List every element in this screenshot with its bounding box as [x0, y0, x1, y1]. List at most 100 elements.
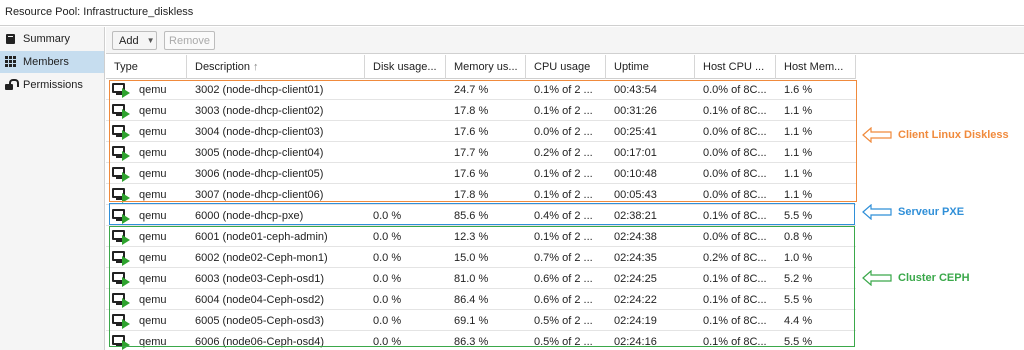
sidebar-item-permissions[interactable]: Permissions [0, 74, 104, 96]
vm-running-icon [112, 251, 132, 266]
vm-running-icon [112, 293, 132, 308]
table-row[interactable]: qemu 6004 (node04-Ceph-osd2) 0.0 % 86.4 % 0.… [106, 290, 856, 310]
disk-usage-cell: 0.0 % [373, 252, 402, 264]
disk-usage-cell: 0.0 % [373, 273, 402, 285]
column-header-host-memory[interactable]: Host Mem... [776, 55, 856, 79]
column-header-disk-usage[interactable]: Disk usage... [365, 55, 446, 79]
type-label: qemu [139, 231, 167, 243]
table-row[interactable]: qemu 3007 (node-dhcp-client06) 17.8 % 0.1% … [106, 185, 856, 205]
book-icon [5, 33, 17, 45]
cpu-usage-cell: 0.5% of 2 ... [534, 336, 593, 348]
column-header-host-cpu[interactable]: Host CPU ... [695, 55, 776, 79]
column-header-label: Disk usage... [373, 61, 437, 73]
table-row[interactable]: qemu 3005 (node-dhcp-client04) 17.7 % 0.2% … [106, 143, 856, 163]
cpu-usage-cell: 0.1% of 2 ... [534, 189, 593, 201]
table-row[interactable]: qemu 3003 (node-dhcp-client02) 17.8 % 0.1% … [106, 101, 856, 121]
memory-usage-cell: 24.7 % [454, 84, 489, 96]
disk-usage-cell [365, 185, 373, 205]
table-row[interactable]: qemu 6005 (node05-Ceph-osd3) 0.0 % 69.1 % 0.… [106, 311, 856, 331]
memory-usage-cell: 81.0 % [454, 273, 489, 285]
cpu-usage-cell: 0.7% of 2 ... [534, 252, 593, 264]
type-cell: qemu [106, 206, 187, 226]
table-row[interactable]: qemu 6003 (node03-Ceph-osd1) 0.0 % 81.0 % 0.… [106, 269, 856, 289]
add-button[interactable]: Add ▼ [112, 31, 157, 50]
sidebar-item-label: Permissions [23, 79, 83, 91]
description-cell: 6004 (node04-Ceph-osd2) [195, 294, 325, 306]
table-row[interactable]: qemu 6000 (node-dhcp-pxe) 0.0 % 85.6 % 0.4% … [106, 206, 856, 226]
column-header-label: Type [114, 61, 138, 73]
column-header-uptime[interactable]: Uptime [606, 55, 695, 79]
host-memory-cell: 1.1 % [784, 147, 813, 159]
description-cell: 6000 (node-dhcp-pxe) [195, 210, 304, 222]
uptime-cell: 02:24:22 [614, 294, 657, 306]
column-header-type[interactable]: Type [106, 55, 187, 79]
arrow-left-icon [862, 270, 892, 286]
chevron-down-icon: ▼ [146, 36, 155, 45]
cpu-usage-cell: 0.1% of 2 ... [534, 168, 593, 180]
type-label: qemu [139, 336, 167, 348]
memory-usage-cell: 69.1 % [454, 315, 489, 327]
uptime-cell: 00:17:01 [614, 147, 657, 159]
table-row[interactable]: qemu 6006 (node06-Ceph-osd4) 0.0 % 86.3 % 0.… [106, 332, 856, 350]
description-cell: 3006 (node-dhcp-client05) [195, 168, 324, 180]
sidebar-item-label: Summary [23, 33, 71, 45]
host-cpu-cell: 0.2% of 8C... [703, 252, 767, 264]
uptime-cell: 00:05:43 [614, 189, 657, 201]
description-cell: 6003 (node03-Ceph-osd1) [195, 273, 325, 285]
description-cell: 3003 (node-dhcp-client02) [195, 105, 324, 117]
vm-running-icon [112, 314, 132, 329]
column-header-label: Uptime [614, 61, 649, 73]
host-memory-cell: 1.1 % [784, 126, 813, 138]
disk-usage-cell: 0.0 % [373, 315, 402, 327]
host-cpu-cell: 0.0% of 8C... [703, 147, 767, 159]
table-row[interactable]: qemu 3004 (node-dhcp-client03) 17.6 % 0.0% … [106, 122, 856, 142]
type-cell: qemu [106, 332, 187, 350]
uptime-cell: 02:24:19 [614, 315, 657, 327]
memory-usage-cell: 17.7 % [454, 147, 489, 159]
memory-usage-cell: 12.3 % [454, 231, 489, 243]
type-cell: qemu [106, 164, 187, 184]
column-header-description[interactable]: Description ↑ [187, 55, 365, 79]
vm-running-icon [112, 167, 132, 182]
table-row[interactable]: qemu 3006 (node-dhcp-client05) 17.6 % 0.1% … [106, 164, 856, 184]
type-cell: qemu [106, 311, 187, 331]
disk-usage-cell: 0.0 % [373, 231, 402, 243]
sidebar-item-label: Members [23, 56, 69, 68]
description-cell: 3002 (node-dhcp-client01) [195, 84, 324, 96]
toolbar: Add ▼ Remove [106, 27, 1024, 54]
host-memory-cell: 1.1 % [784, 189, 813, 201]
annotation-pxe: Serveur PXE [862, 204, 964, 220]
disk-usage-cell [365, 80, 373, 100]
cpu-usage-cell: 0.1% of 2 ... [534, 105, 593, 117]
host-memory-cell: 5.5 % [784, 210, 813, 222]
cpu-usage-cell: 0.1% of 2 ... [534, 231, 593, 243]
host-cpu-cell: 0.0% of 8C... [703, 189, 767, 201]
type-cell: qemu [106, 248, 187, 268]
remove-button[interactable]: Remove [164, 31, 215, 50]
memory-usage-cell: 17.8 % [454, 105, 489, 117]
column-header-cpu-usage[interactable]: CPU usage [526, 55, 606, 79]
host-memory-cell: 1.0 % [784, 252, 813, 264]
unlock-icon [5, 79, 19, 91]
sidebar-item-members[interactable]: Members [0, 51, 104, 73]
sidebar: Summary Members Permissions [0, 27, 105, 350]
annotation-client: Client Linux Diskless [862, 127, 1009, 143]
table-row[interactable]: qemu 6001 (node01-ceph-admin) 0.0 % 12.3 % 0… [106, 227, 856, 247]
table-row[interactable]: qemu 6002 (node02-Ceph-mon1) 0.0 % 15.0 % 0.… [106, 248, 856, 268]
cpu-usage-cell: 0.4% of 2 ... [534, 210, 593, 222]
host-cpu-cell: 0.1% of 8C... [703, 336, 767, 348]
description-cell: 6006 (node06-Ceph-osd4) [195, 336, 325, 348]
type-label: qemu [139, 273, 167, 285]
memory-usage-cell: 17.8 % [454, 189, 489, 201]
page-title: Resource Pool: Infrastructure_diskless [5, 6, 194, 18]
memory-usage-cell: 17.6 % [454, 126, 489, 138]
host-memory-cell: 1.6 % [784, 84, 813, 96]
type-label: qemu [139, 315, 167, 327]
column-header-memory-usage[interactable]: Memory us... [446, 55, 526, 79]
table-row[interactable]: qemu 3002 (node-dhcp-client01) 24.7 % 0.1% … [106, 80, 856, 100]
host-memory-cell: 5.5 % [784, 294, 813, 306]
cpu-usage-cell: 0.6% of 2 ... [534, 294, 593, 306]
type-cell: qemu [106, 80, 187, 100]
type-label: qemu [139, 126, 167, 138]
sidebar-item-summary[interactable]: Summary [0, 28, 104, 50]
